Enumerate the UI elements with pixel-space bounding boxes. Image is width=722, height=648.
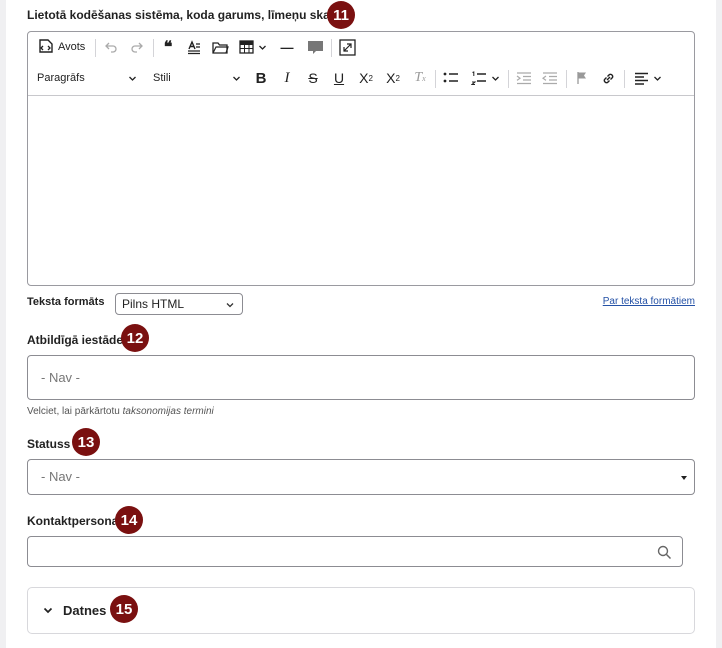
horizontal-line-icon: — [280,39,294,55]
underline-icon: U [333,70,345,86]
folder-icon [211,41,229,54]
toolbar-divider [331,39,332,57]
status-select[interactable]: - Nav - [27,459,695,495]
remove-format-button[interactable]: Tx [410,69,430,87]
horizontal-line-button[interactable]: — [278,38,296,56]
text-format-label: Teksta formāts [27,296,105,308]
strikethrough-button[interactable]: S [304,69,322,87]
chevron-down-icon [233,76,240,81]
caret-down-icon [681,476,687,480]
undo-icon [105,42,117,53]
bold-button[interactable]: B [252,69,270,87]
toolbar-divider [435,70,436,88]
institution-helper-text: Velciet, lai pārkārtotu taksonomijas ter… [27,406,214,417]
table-button[interactable] [238,38,268,56]
right-frame [716,0,722,648]
comment-button[interactable] [306,38,324,56]
toolbar-divider [508,70,509,88]
blockquote-icon: ❝ [163,39,173,56]
text-format-value: Pilns HTML [122,297,185,311]
media-button[interactable] [211,38,229,56]
text-format-select[interactable]: Pilns HTML [115,293,243,315]
chevron-down-icon [226,303,234,308]
comment-icon [307,40,323,54]
institution-placeholder: - Nav - [41,370,80,385]
institution-input[interactable]: - Nav - [27,355,695,400]
remove-format-icon: T [414,70,423,85]
bulleted-list-button[interactable] [442,69,460,87]
anchor-button[interactable] [573,69,591,87]
paragraph-format-label: Paragrāfs [37,72,85,84]
chevron-down-icon [491,76,499,81]
numbered-list-icon [470,71,486,85]
badge-11: 11 [327,1,355,29]
badge-12: 12 [121,324,149,352]
superscript-button[interactable]: X2 [356,69,376,87]
redo-button[interactable] [128,38,146,56]
source-label: Avots [58,41,86,53]
link-button[interactable] [599,69,617,87]
search-icon [657,545,672,560]
chevron-down-icon [259,45,266,50]
status-field-label: Statuss [27,437,71,451]
toolbar-divider [153,39,154,57]
contact-search-input[interactable] [27,536,683,567]
chevron-down-icon [654,76,661,81]
italic-button[interactable]: I [278,69,296,87]
flag-icon [577,72,586,84]
numbered-list-button[interactable] [469,69,501,87]
redo-icon [131,42,143,53]
contact-field-label: Kontaktpersona [27,514,119,528]
table-icon [239,40,254,54]
chevron-down-icon [129,76,136,81]
paragraph-format-dropdown[interactable]: Paragrāfs [37,69,137,87]
indent-icon [516,72,531,85]
toolbar-divider [95,39,96,57]
styles-dropdown[interactable]: Stili [153,69,241,87]
chevron-down-icon [43,607,53,614]
coding-field-label: Lietotā kodēšanas sistēma, koda garums, … [27,8,344,22]
bold-icon: B [255,69,267,87]
toolbar-divider [624,70,625,88]
rich-text-editor: Avots ❝ — Paragrāfs Stili B I S U X 2 X … [27,31,695,286]
align-left-icon [635,72,648,85]
badge-13: 13 [72,428,100,456]
italic-icon: I [284,69,290,86]
source-icon [37,37,55,58]
maximize-icon [338,38,356,56]
indent-button[interactable] [515,69,533,87]
superscript-icon: X [359,70,369,86]
bulleted-list-icon [443,72,458,83]
blockquote-button[interactable]: ❝ [159,38,177,56]
left-frame [0,0,6,648]
outdent-button[interactable] [541,69,559,87]
paste-text-button[interactable] [185,38,203,56]
status-selected-value: - Nav - [41,469,80,484]
maximize-button[interactable] [337,37,357,57]
subscript-icon: X [386,70,396,86]
badge-14: 14 [115,506,143,534]
text-format-icon [188,40,200,55]
source-button[interactable]: Avots [37,38,85,56]
toolbar-divider [566,70,567,88]
underline-button[interactable]: U [330,69,348,87]
outdent-icon [542,72,557,85]
undo-button[interactable] [102,38,120,56]
institution-field-label: Atbildīgā iestāde [27,333,124,347]
subscript-button[interactable]: X2 [383,69,403,87]
editor-content-area[interactable] [28,95,694,285]
styles-label: Stili [153,72,171,84]
strikethrough-icon: S [308,70,318,86]
alignment-button[interactable] [632,69,664,87]
badge-15: 15 [110,595,138,623]
files-section-label: Datnes [63,603,107,618]
text-format-help-link[interactable]: Par teksta formātiem [603,296,695,307]
link-icon [603,73,613,83]
